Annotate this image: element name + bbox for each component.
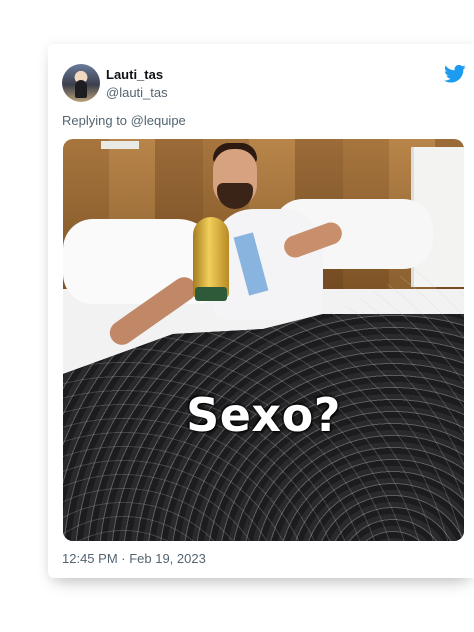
tweet-timestamp[interactable]: 12:45 PM · Feb 19, 2023 — [62, 551, 206, 566]
author-handle[interactable]: @lauti_tas — [106, 85, 168, 100]
twitter-bird-icon[interactable] — [444, 64, 466, 84]
replying-to-text[interactable]: Replying to @lequipe — [62, 113, 186, 128]
author-name[interactable]: Lauti_tas — [106, 67, 163, 82]
image-caption: Sexo? — [186, 388, 341, 442]
tweet-photo[interactable]: Sexo? — [63, 139, 464, 541]
avatar[interactable] — [62, 64, 100, 102]
